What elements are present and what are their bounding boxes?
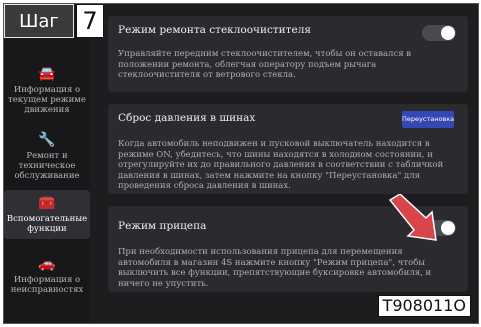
car-info-icon: 🚘 (38, 66, 56, 82)
tire-desc: Когда автомобиль неподвижен и пусковой в… (118, 139, 444, 191)
step-number: 7 (76, 4, 104, 38)
sidebar-item-faults[interactable]: 🚗 Информация о неисправностях (4, 256, 90, 295)
sidebar-item-label: Информация о неисправностях (10, 275, 84, 295)
sidebar-item-auxiliary[interactable]: 🧰 Вспомогательные функции (4, 190, 90, 239)
sidebar-item-driving-info[interactable]: 🚘 Информация о текущем режиме движения (4, 66, 90, 115)
sidebar: 🚘 Информация о текущем режиме движения 🔧… (4, 4, 90, 323)
wiper-toggle[interactable] (422, 25, 456, 41)
sidebar-item-label: Информация о текущем режиме движения (8, 85, 86, 115)
step-word: Шаг (4, 4, 74, 38)
toolbox-icon: 🧰 (38, 195, 56, 211)
wiper-panel: Режим ремонта стеклоочистителя Управляйт… (108, 16, 468, 92)
wiper-title: Режим ремонта стеклоочистителя (118, 24, 311, 36)
tire-panel: Сброс давления в шинах Переустановка Ког… (108, 104, 468, 194)
reset-button[interactable]: Переустановка (402, 111, 454, 128)
step-label: Шаг 7 (4, 4, 104, 38)
sidebar-item-label: Ремонт и техническое обслуживание (14, 151, 80, 181)
car-fault-icon: 🚗 (38, 256, 56, 272)
wiper-desc: Управляйте передним стеклоочистителем, ч… (118, 49, 412, 80)
sidebar-item-label: Вспомогательные функции (6, 214, 88, 234)
pointer-arrow-icon (388, 194, 437, 241)
sidebar-item-maintenance[interactable]: 🔧 Ремонт и техническое обслуживание (4, 132, 90, 181)
toggle-knob (441, 26, 455, 40)
trailer-desc: При необходимости использования прицепа … (118, 247, 432, 289)
wrench-icon: 🔧 (38, 132, 56, 148)
screen-frame: 🚘 Информация о текущем режиме движения 🔧… (3, 3, 479, 324)
toggle-knob (441, 221, 455, 235)
figure-code: T908011O (377, 295, 471, 317)
